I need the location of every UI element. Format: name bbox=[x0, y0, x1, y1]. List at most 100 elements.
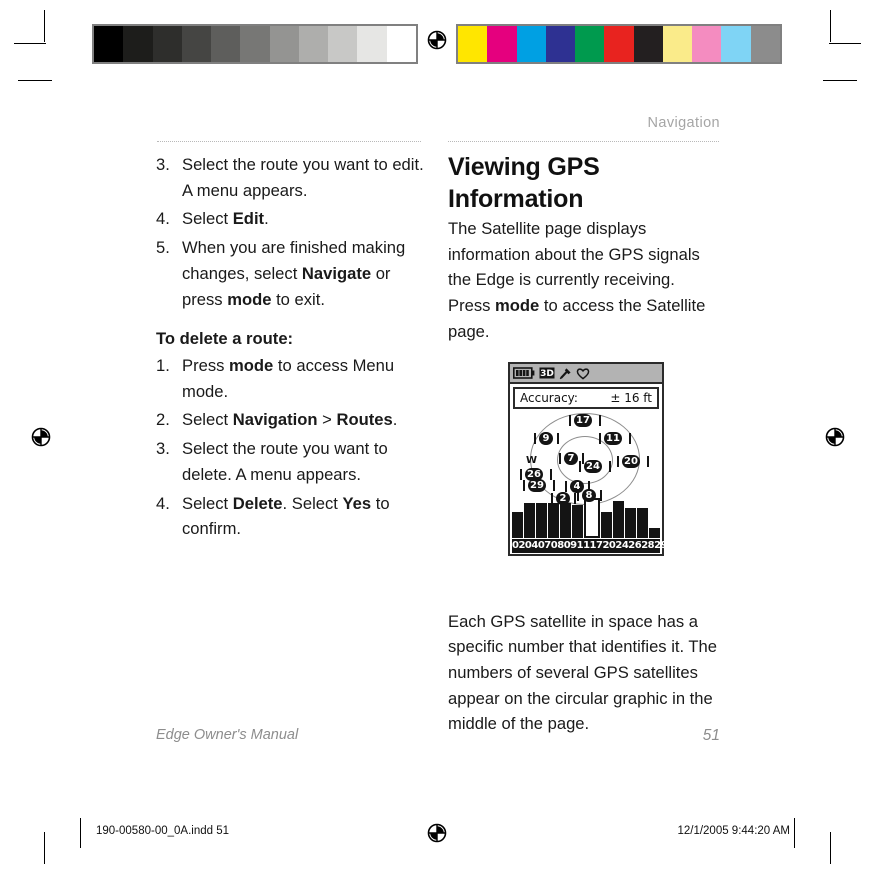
list-item-number: 1. bbox=[156, 356, 170, 376]
satellite-id-label: 07 bbox=[537, 540, 551, 551]
emphasis-text: mode bbox=[229, 356, 274, 376]
satellite-id-label: 24 bbox=[615, 540, 629, 551]
signal-strength-bar bbox=[548, 503, 560, 538]
signal-strength-bar bbox=[536, 503, 548, 538]
list-item-text: Select Delete. Select Yes to confirm. bbox=[182, 491, 424, 542]
sky-satellite-marker: 7 bbox=[564, 452, 578, 465]
sky-satellite-marker: 4 bbox=[570, 480, 584, 493]
satellite-id-label: 26 bbox=[628, 540, 642, 551]
gps-status-bar: 3D bbox=[510, 364, 662, 384]
signal-strength-bar bbox=[572, 505, 584, 538]
body-text: Select the route you want to edit. A men… bbox=[182, 155, 424, 200]
delete-route-subhead: To delete a route: bbox=[156, 329, 294, 349]
emphasis-text: Delete bbox=[232, 493, 283, 513]
body-text: Select bbox=[182, 493, 233, 513]
list-item-text: Press mode to access Menu mode. bbox=[182, 353, 424, 404]
emphasis-text: Edit bbox=[232, 209, 265, 229]
satellite-id-label: 20 bbox=[602, 540, 616, 551]
satellite-id-label: 29 bbox=[654, 540, 668, 551]
list-item: 3. Select the route you want to delete. A… bbox=[156, 436, 424, 487]
body-text: . bbox=[264, 209, 269, 229]
gps-accuracy-label: Accuracy: bbox=[520, 391, 578, 405]
signal-strength-bar bbox=[512, 512, 524, 538]
sky-satellite-marker: 9 bbox=[539, 432, 553, 445]
emphasis-text: Routes bbox=[336, 410, 393, 430]
battery-icon bbox=[513, 367, 535, 379]
emphasis-text: mode bbox=[495, 296, 540, 316]
print-slug-filename: 190-00580-00_0A.indd 51 bbox=[96, 825, 230, 837]
list-item: 4. Select Delete. Select Yes to confirm. bbox=[156, 491, 424, 542]
sky-satellite-marker: 11 bbox=[604, 432, 622, 445]
list-item-number: 4. bbox=[156, 493, 170, 513]
satellite-id-label: 28 bbox=[641, 540, 655, 551]
gps-signal-bars bbox=[512, 496, 660, 538]
body-text: to exit. bbox=[271, 289, 325, 309]
satellite-id-label: 02 bbox=[512, 540, 525, 551]
body-text: Press bbox=[182, 356, 230, 376]
heart-rate-icon bbox=[576, 367, 590, 380]
gps-accuracy-field: Accuracy: ± 16 ft bbox=[513, 387, 659, 409]
manual-page: Navigation 3. Select the route you want t… bbox=[0, 0, 875, 875]
body-text: Select bbox=[182, 209, 233, 229]
sky-satellite-marker: 29 bbox=[528, 479, 546, 492]
satellite-id-label: 08 bbox=[550, 540, 564, 551]
emphasis-text: Yes bbox=[342, 493, 372, 513]
emphasis-text: Navigation bbox=[232, 410, 318, 430]
list-item: 1. Press mode to access Menu mode. bbox=[156, 353, 424, 404]
sky-satellite-marker: 17 bbox=[574, 414, 592, 427]
signal-strength-bar bbox=[612, 501, 624, 538]
running-head-text: Navigation bbox=[647, 115, 720, 131]
satellite-page-screenshot: 3D Accuracy: ± 16 ft W 17 9 11 7 24 20 26 29 4 8 2… bbox=[508, 362, 668, 556]
satellite-id-label: 11 bbox=[576, 540, 590, 551]
section-title: Viewing GPS Information bbox=[448, 153, 600, 213]
folio-page-number: 51 bbox=[702, 727, 720, 744]
emphasis-text: mode bbox=[227, 289, 272, 309]
running-head: Navigation bbox=[440, 115, 720, 131]
gps-satellite-ids: 02 04 07 08 09 11 17 20 24 26 28 29 bbox=[512, 539, 668, 553]
list-item-number: 5. bbox=[156, 238, 170, 258]
sky-satellite-marker: 20 bbox=[622, 455, 640, 468]
signal-strength-bar bbox=[584, 498, 600, 538]
compass-west-label: W bbox=[526, 455, 538, 466]
right-column: Viewing GPS Information The Satellite pa… bbox=[448, 152, 716, 345]
body-text: . bbox=[392, 410, 398, 430]
list-item: 2. Select Navigation > Routes. bbox=[156, 407, 424, 433]
section-intro-paragraph: The Satellite page displays information … bbox=[448, 216, 716, 345]
satellite-signal-icon bbox=[559, 367, 571, 379]
body-text: Select the route you want to delete. A m… bbox=[182, 439, 388, 484]
list-item: 4. Select Edit. bbox=[156, 206, 424, 232]
satellite-id-label: 09 bbox=[563, 540, 577, 551]
list-item-text: Select Navigation > Routes. bbox=[182, 407, 424, 433]
figure-caption: Each GPS satellite in space has a specif… bbox=[448, 611, 718, 734]
list-item-text: Select the route you want to delete. A m… bbox=[182, 436, 424, 487]
left-column: 3. Select the route you want to edit. A m… bbox=[156, 152, 424, 545]
body-text: Select bbox=[182, 410, 233, 430]
list-item-text: When you are finished making changes, se… bbox=[182, 235, 424, 312]
folio-title: Edge Owner's Manual bbox=[156, 727, 299, 743]
header-rule-left bbox=[157, 141, 421, 142]
satellite-id-label: 17 bbox=[589, 540, 603, 551]
list-item-text: Select Edit. bbox=[182, 206, 424, 232]
signal-strength-bar bbox=[600, 512, 612, 538]
gps-accuracy-value: ± 16 ft bbox=[610, 391, 652, 405]
route-edit-steps: 3. Select the route you want to edit. A m… bbox=[156, 152, 424, 312]
signal-strength-bar bbox=[648, 528, 660, 538]
list-item: 3. Select the route you want to edit. A m… bbox=[156, 152, 424, 203]
3d-fix-icon: 3D bbox=[539, 367, 555, 379]
list-item-number: 3. bbox=[156, 439, 170, 459]
body-text: . Select bbox=[282, 493, 343, 513]
print-slug-timestamp: 12/1/2005 9:44:20 AM bbox=[677, 825, 790, 837]
sky-satellite-marker: 24 bbox=[584, 460, 602, 473]
sky-satellite-marker: 8 bbox=[582, 489, 596, 502]
route-delete-steps: 1. Press mode to access Menu mode. 2. Selec… bbox=[156, 353, 424, 542]
signal-strength-bar bbox=[624, 508, 636, 538]
body-text: > bbox=[317, 410, 337, 430]
list-item-number: 4. bbox=[156, 209, 170, 229]
header-rule-right bbox=[448, 141, 719, 142]
list-item-text: Select the route you want to edit. A men… bbox=[182, 152, 424, 203]
list-item-number: 3. bbox=[156, 155, 170, 174]
gps-sky-view: W 17 9 11 7 24 20 26 29 4 8 2 bbox=[512, 411, 660, 507]
signal-strength-bar bbox=[560, 503, 572, 538]
sky-satellite-marker: 2 bbox=[556, 492, 570, 505]
signal-strength-bar bbox=[636, 508, 648, 538]
